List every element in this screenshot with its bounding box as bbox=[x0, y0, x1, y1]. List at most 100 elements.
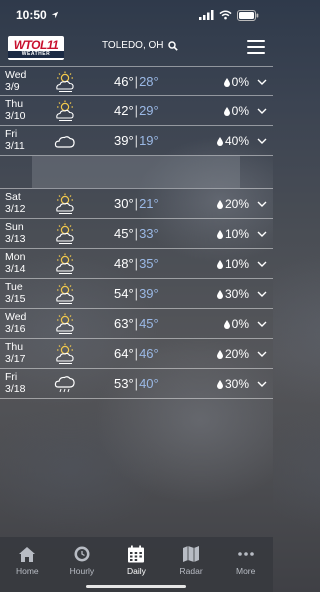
search-icon bbox=[167, 40, 178, 51]
high-temp: 54° bbox=[114, 286, 134, 301]
high-temp: 48° bbox=[114, 256, 134, 271]
raindrop-icon bbox=[223, 77, 230, 87]
day-name: Tue bbox=[5, 281, 23, 293]
precip-value: 0% bbox=[231, 104, 249, 118]
day-date: 3/18 bbox=[5, 383, 26, 395]
tab-more[interactable]: More bbox=[219, 545, 273, 592]
precip-chance: 0% bbox=[223, 317, 249, 331]
precip-value: 10% bbox=[224, 257, 249, 271]
ad-banner-area bbox=[32, 156, 240, 189]
precip-value: 30% bbox=[224, 287, 249, 301]
forecast-row[interactable]: Wed 3/16 63°|45° 0% bbox=[0, 309, 273, 339]
forecast-row[interactable]: Mon 3/14 48°|35° 10% bbox=[0, 249, 273, 279]
day-label: Sat 3/12 bbox=[5, 191, 45, 215]
temperatures: 48°|35° bbox=[114, 256, 159, 272]
day-label: Thu 3/17 bbox=[5, 341, 45, 365]
forecast-row[interactable]: Fri 3/11 39°|19° 40% bbox=[0, 126, 273, 156]
rain-icon bbox=[53, 372, 77, 396]
home-indicator[interactable] bbox=[86, 585, 186, 588]
tab-label: Radar bbox=[179, 566, 203, 576]
location-selector[interactable]: TOLEDO, OH bbox=[102, 40, 178, 51]
day-label: Wed 3/16 bbox=[5, 311, 45, 335]
chevron-down-icon[interactable] bbox=[257, 289, 267, 299]
precip-value: 20% bbox=[224, 197, 249, 211]
forecast-row[interactable]: Sat 3/12 30°|21° 20% bbox=[0, 189, 273, 219]
forecast-row[interactable]: Wed 3/9 46°|28° 0% bbox=[0, 66, 273, 96]
status-right bbox=[199, 9, 259, 21]
partly-cloudy-icon bbox=[53, 192, 77, 216]
precip-chance: 30% bbox=[216, 287, 249, 301]
forecast-row[interactable]: Sun 3/13 45°|33° 10% bbox=[0, 219, 273, 249]
chevron-down-icon[interactable] bbox=[257, 349, 267, 359]
raindrop-icon bbox=[216, 289, 223, 299]
forecast-row[interactable]: Fri 3/18 53°|40° 30% bbox=[0, 369, 273, 399]
chevron-down-icon[interactable] bbox=[257, 319, 267, 329]
menu-bar bbox=[247, 40, 265, 42]
low-temp: 35° bbox=[139, 256, 159, 271]
day-label: Tue 3/15 bbox=[5, 281, 45, 305]
day-date: 3/13 bbox=[5, 233, 26, 245]
day-label: Sun 3/13 bbox=[5, 221, 45, 245]
daily-forecast-list: Wed 3/9 46°|28° 0% Thu 3/10 42°|29° 0% Fri… bbox=[0, 66, 273, 399]
low-temp: 29° bbox=[139, 103, 159, 118]
day-name: Sat bbox=[5, 191, 21, 203]
precip-chance: 0% bbox=[223, 75, 249, 89]
temp-separator: | bbox=[134, 316, 139, 331]
low-temp: 40° bbox=[139, 376, 159, 391]
precip-chance: 20% bbox=[216, 347, 249, 361]
partly-cloudy-icon bbox=[53, 282, 77, 306]
high-temp: 46° bbox=[114, 74, 134, 89]
low-temp: 21° bbox=[139, 196, 159, 211]
menu-button[interactable] bbox=[247, 40, 265, 54]
location-label: TOLEDO, OH bbox=[102, 40, 164, 51]
temperatures: 45°|33° bbox=[114, 226, 159, 242]
tab-home[interactable]: Home bbox=[0, 545, 54, 592]
precip-value: 30% bbox=[224, 377, 249, 391]
low-temp: 39° bbox=[139, 286, 159, 301]
low-temp: 19° bbox=[139, 133, 159, 148]
tab-label: More bbox=[235, 566, 256, 576]
day-name: Mon bbox=[5, 251, 26, 263]
status-time: 10:50 bbox=[16, 8, 47, 22]
temperatures: 42°|29° bbox=[114, 103, 159, 119]
high-temp: 39° bbox=[114, 133, 134, 148]
partly-cloudy-icon bbox=[53, 252, 77, 276]
partly-cloudy-icon bbox=[53, 312, 77, 336]
precip-chance: 10% bbox=[216, 227, 249, 241]
precip-chance: 40% bbox=[216, 134, 249, 148]
chevron-down-icon[interactable] bbox=[257, 106, 267, 116]
temp-separator: | bbox=[134, 196, 139, 211]
forecast-row[interactable]: Thu 3/10 42°|29° 0% bbox=[0, 96, 273, 126]
temperatures: 63°|45° bbox=[114, 316, 159, 332]
high-temp: 63° bbox=[114, 316, 134, 331]
bottom-tab-bar: Home Hourly Daily Radar More bbox=[0, 537, 273, 592]
chevron-down-icon[interactable] bbox=[257, 77, 267, 87]
raindrop-icon bbox=[216, 136, 223, 146]
wifi-icon bbox=[219, 10, 232, 20]
day-date: 3/10 bbox=[5, 110, 26, 122]
chevron-down-icon[interactable] bbox=[257, 259, 267, 269]
forecast-row[interactable]: Thu 3/17 64°|46° 20% bbox=[0, 339, 273, 369]
chevron-down-icon[interactable] bbox=[257, 136, 267, 146]
day-label: Fri 3/18 bbox=[5, 371, 45, 395]
tab-label: Daily bbox=[127, 566, 146, 576]
raindrop-icon bbox=[216, 229, 223, 239]
status-left: 10:50 bbox=[16, 8, 59, 22]
high-temp: 30° bbox=[114, 196, 134, 211]
station-logo[interactable]: WTOL11 WEATHER bbox=[8, 36, 64, 60]
raindrop-icon bbox=[216, 259, 223, 269]
chevron-down-icon[interactable] bbox=[257, 379, 267, 389]
low-temp: 28° bbox=[139, 74, 159, 89]
day-date: 3/12 bbox=[5, 203, 26, 215]
precip-value: 40% bbox=[224, 134, 249, 148]
day-label: Thu 3/10 bbox=[5, 98, 45, 122]
temp-separator: | bbox=[134, 133, 139, 148]
chevron-down-icon[interactable] bbox=[257, 229, 267, 239]
app-header: WTOL11 WEATHER TOLEDO, OH bbox=[0, 30, 273, 66]
day-label: Mon 3/14 bbox=[5, 251, 45, 275]
chevron-down-icon[interactable] bbox=[257, 199, 267, 209]
temp-separator: | bbox=[134, 376, 139, 391]
temperatures: 54°|39° bbox=[114, 286, 159, 302]
forecast-row[interactable]: Tue 3/15 54°|39° 30% bbox=[0, 279, 273, 309]
partly-cloudy-icon bbox=[53, 99, 77, 123]
